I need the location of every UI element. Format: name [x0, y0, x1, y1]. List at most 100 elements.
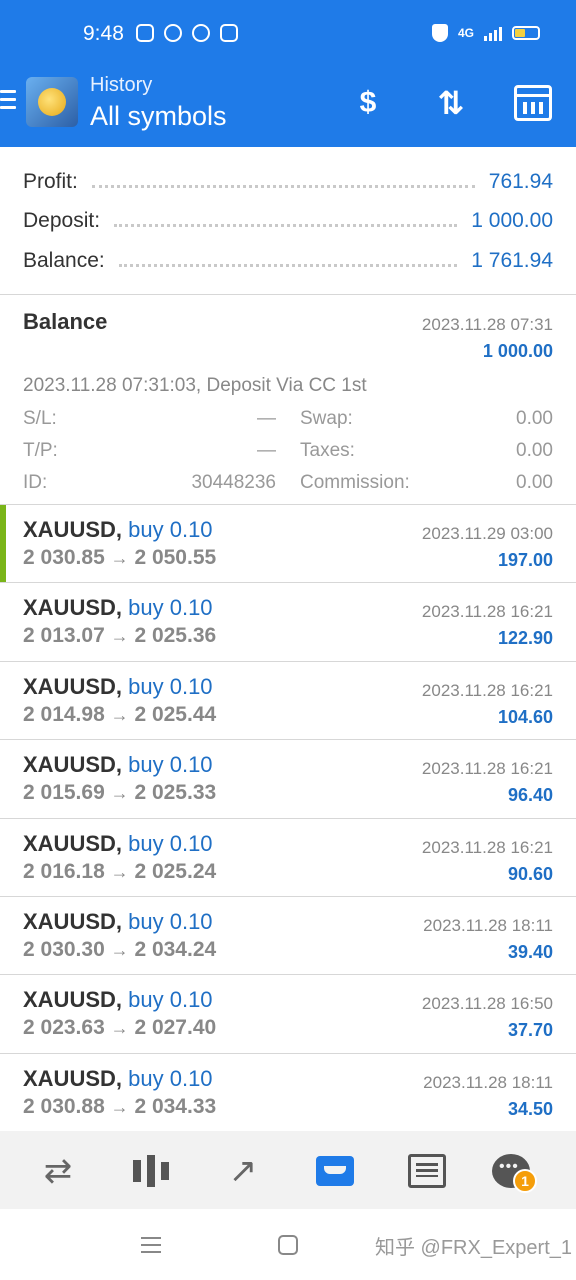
- dotted-leader: [91, 184, 475, 188]
- balance-entry[interactable]: Balance 2023.11.28 07:31 1 000.00 2023.1…: [0, 295, 576, 505]
- close-price: 2 025.33: [134, 781, 217, 805]
- trade-row[interactable]: XAUUSD, buy 0.10 2 023.63 → 2 027.40 202…: [0, 975, 576, 1054]
- messenger-icon: [192, 24, 210, 42]
- price-arrow: →: [110, 1018, 129, 1039]
- balance-entry-comment: 2023.11.28 07:31:03, Deposit Via CC 1st: [23, 375, 367, 396]
- watermark: 知乎 @FRX_Expert_1: [374, 1237, 572, 1259]
- trade-row[interactable]: XAUUSD, buy 0.10 2 030.88 → 2 034.33 202…: [0, 1054, 576, 1132]
- nav-quotes[interactable]: ⇄: [35, 1148, 81, 1194]
- trade-profit: 122.90: [497, 628, 553, 649]
- instagram-icon: [136, 24, 154, 42]
- trade-side: buy 0.10: [128, 1065, 213, 1091]
- deposit-withdraw-button[interactable]: $: [347, 82, 389, 124]
- price-arrow: →: [110, 626, 129, 647]
- nav-history[interactable]: [312, 1148, 358, 1194]
- summary-label: Profit:: [23, 170, 78, 193]
- nav-chart[interactable]: [128, 1148, 174, 1194]
- system-status-icons: 4G: [431, 24, 540, 42]
- trade-symbol: XAUUSD,: [23, 1065, 123, 1091]
- calendar-icon: [514, 85, 552, 121]
- trade-side: buy 0.10: [128, 908, 213, 934]
- bottom-navigation: ⇄ ↗: [0, 1131, 576, 1209]
- recent-apps-icon[interactable]: [141, 1237, 161, 1258]
- close-price: 2 025.36: [134, 624, 217, 648]
- menu-icon[interactable]: [0, 90, 16, 114]
- dollar-exchange-icon: $: [359, 86, 377, 119]
- summary-row-deposit: Deposit: 1 000.00: [23, 203, 553, 239]
- balance-entry-date: 2023.11.28 07:31: [421, 315, 553, 334]
- close-price: 2 025.24: [134, 859, 217, 883]
- trade-profit: 197.00: [497, 550, 553, 570]
- nav-trade[interactable]: ↗: [220, 1148, 266, 1194]
- sl-value: —: [257, 408, 276, 429]
- header-subtitle: History: [90, 74, 153, 96]
- trade-profit: 37.70: [507, 1020, 553, 1041]
- trade-trend-icon: ↗: [228, 1152, 258, 1190]
- price-arrow: →: [110, 783, 129, 804]
- price-arrow: →: [110, 704, 129, 725]
- sort-arrows-icon: ⇅: [437, 85, 465, 121]
- taxes-label: Taxes:: [300, 440, 355, 461]
- history-inbox-icon: [316, 1156, 354, 1186]
- chat-notification-badge: 1: [513, 1169, 537, 1193]
- trade-side: buy 0.10: [128, 517, 213, 542]
- trade-symbol: XAUUSD,: [23, 908, 123, 934]
- trade-symbol: XAUUSD,: [23, 673, 123, 699]
- trade-row[interactable]: XAUUSD, buy 0.10 2 030.85 → 2 050.55 202…: [0, 505, 576, 584]
- balance-entry-amount: 1 000.00: [482, 341, 553, 361]
- trade-date: 2023.11.28 16:21: [421, 602, 553, 622]
- trade-date: 2023.11.28 16:21: [421, 837, 553, 857]
- trade-symbol: XAUUSD,: [23, 517, 123, 542]
- summary-row-profit: Profit: 761.94: [23, 164, 553, 200]
- nav-news[interactable]: [404, 1148, 450, 1194]
- trade-side: buy 0.10: [128, 673, 213, 699]
- trade-profit: 104.60: [497, 706, 553, 727]
- status-time: 9:48: [83, 22, 124, 45]
- network-type: 4G: [457, 26, 474, 40]
- trade-row[interactable]: XAUUSD, buy 0.10 2 014.98 → 2 025.44 202…: [0, 662, 576, 741]
- price-arrow: →: [110, 548, 129, 568]
- trade-side: buy 0.10: [128, 595, 213, 621]
- tp-value: —: [257, 440, 276, 461]
- trade-row[interactable]: XAUUSD, buy 0.10 2 030.30 → 2 034.24 202…: [0, 897, 576, 976]
- trade-date: 2023.11.28 16:21: [421, 759, 553, 779]
- summary-value: 1 000.00: [471, 209, 553, 232]
- open-price: 2 013.07: [23, 624, 105, 648]
- trade-history-list: XAUUSD, buy 0.10 2 030.85 → 2 050.55 202…: [0, 505, 576, 1132]
- trade-row[interactable]: XAUUSD, buy 0.10 2 013.07 → 2 025.36 202…: [0, 583, 576, 662]
- trade-symbol: XAUUSD,: [23, 752, 123, 778]
- summary-row-balance: Balance: 1 761.94: [23, 243, 553, 279]
- open-price: 2 030.85: [23, 546, 105, 569]
- trade-side: buy 0.10: [128, 987, 213, 1013]
- trade-symbol: XAUUSD,: [23, 595, 123, 621]
- facebook-icon: [220, 24, 238, 42]
- battery-icon: [512, 26, 540, 40]
- home-icon[interactable]: [278, 1235, 298, 1255]
- trade-profit: 96.40: [507, 785, 553, 806]
- commission-label: Commission:: [300, 472, 410, 493]
- trade-date: 2023.11.28 18:11: [423, 1072, 553, 1092]
- trade-profit: 90.60: [507, 863, 553, 884]
- account-summary: Profit: 761.94 Deposit: 1 000.00 Balance…: [0, 147, 576, 295]
- candlestick-chart-icon: [133, 1155, 169, 1187]
- header-title[interactable]: All symbols: [90, 101, 227, 132]
- id-value: 30448236: [191, 472, 276, 493]
- open-price: 2 023.63: [23, 1016, 105, 1040]
- trade-row[interactable]: XAUUSD, buy 0.10 2 015.69 → 2 025.33 202…: [0, 740, 576, 819]
- price-arrow: →: [110, 1096, 129, 1117]
- system-navigation-bar: 知乎 @FRX_Expert_1: [0, 1209, 576, 1280]
- trade-row[interactable]: XAUUSD, buy 0.10 2 016.18 → 2 025.24 202…: [0, 819, 576, 897]
- dotted-leader: [114, 223, 458, 227]
- swap-label: Swap:: [300, 408, 353, 429]
- close-price: 2 034.24: [134, 937, 217, 961]
- swap-value: 0.00: [516, 408, 553, 429]
- open-price: 2 014.98: [23, 702, 105, 726]
- quotes-arrows-icon: ⇄: [43, 1152, 73, 1190]
- period-calendar-button[interactable]: [512, 82, 554, 124]
- trade-date: 2023.11.28 16:21: [421, 680, 553, 700]
- taxes-value: 0.00: [516, 440, 553, 461]
- trade-symbol: XAUUSD,: [23, 830, 123, 856]
- notification-icons: [136, 24, 238, 42]
- sort-button[interactable]: ⇅: [430, 82, 472, 124]
- summary-value: 761.94: [488, 170, 553, 193]
